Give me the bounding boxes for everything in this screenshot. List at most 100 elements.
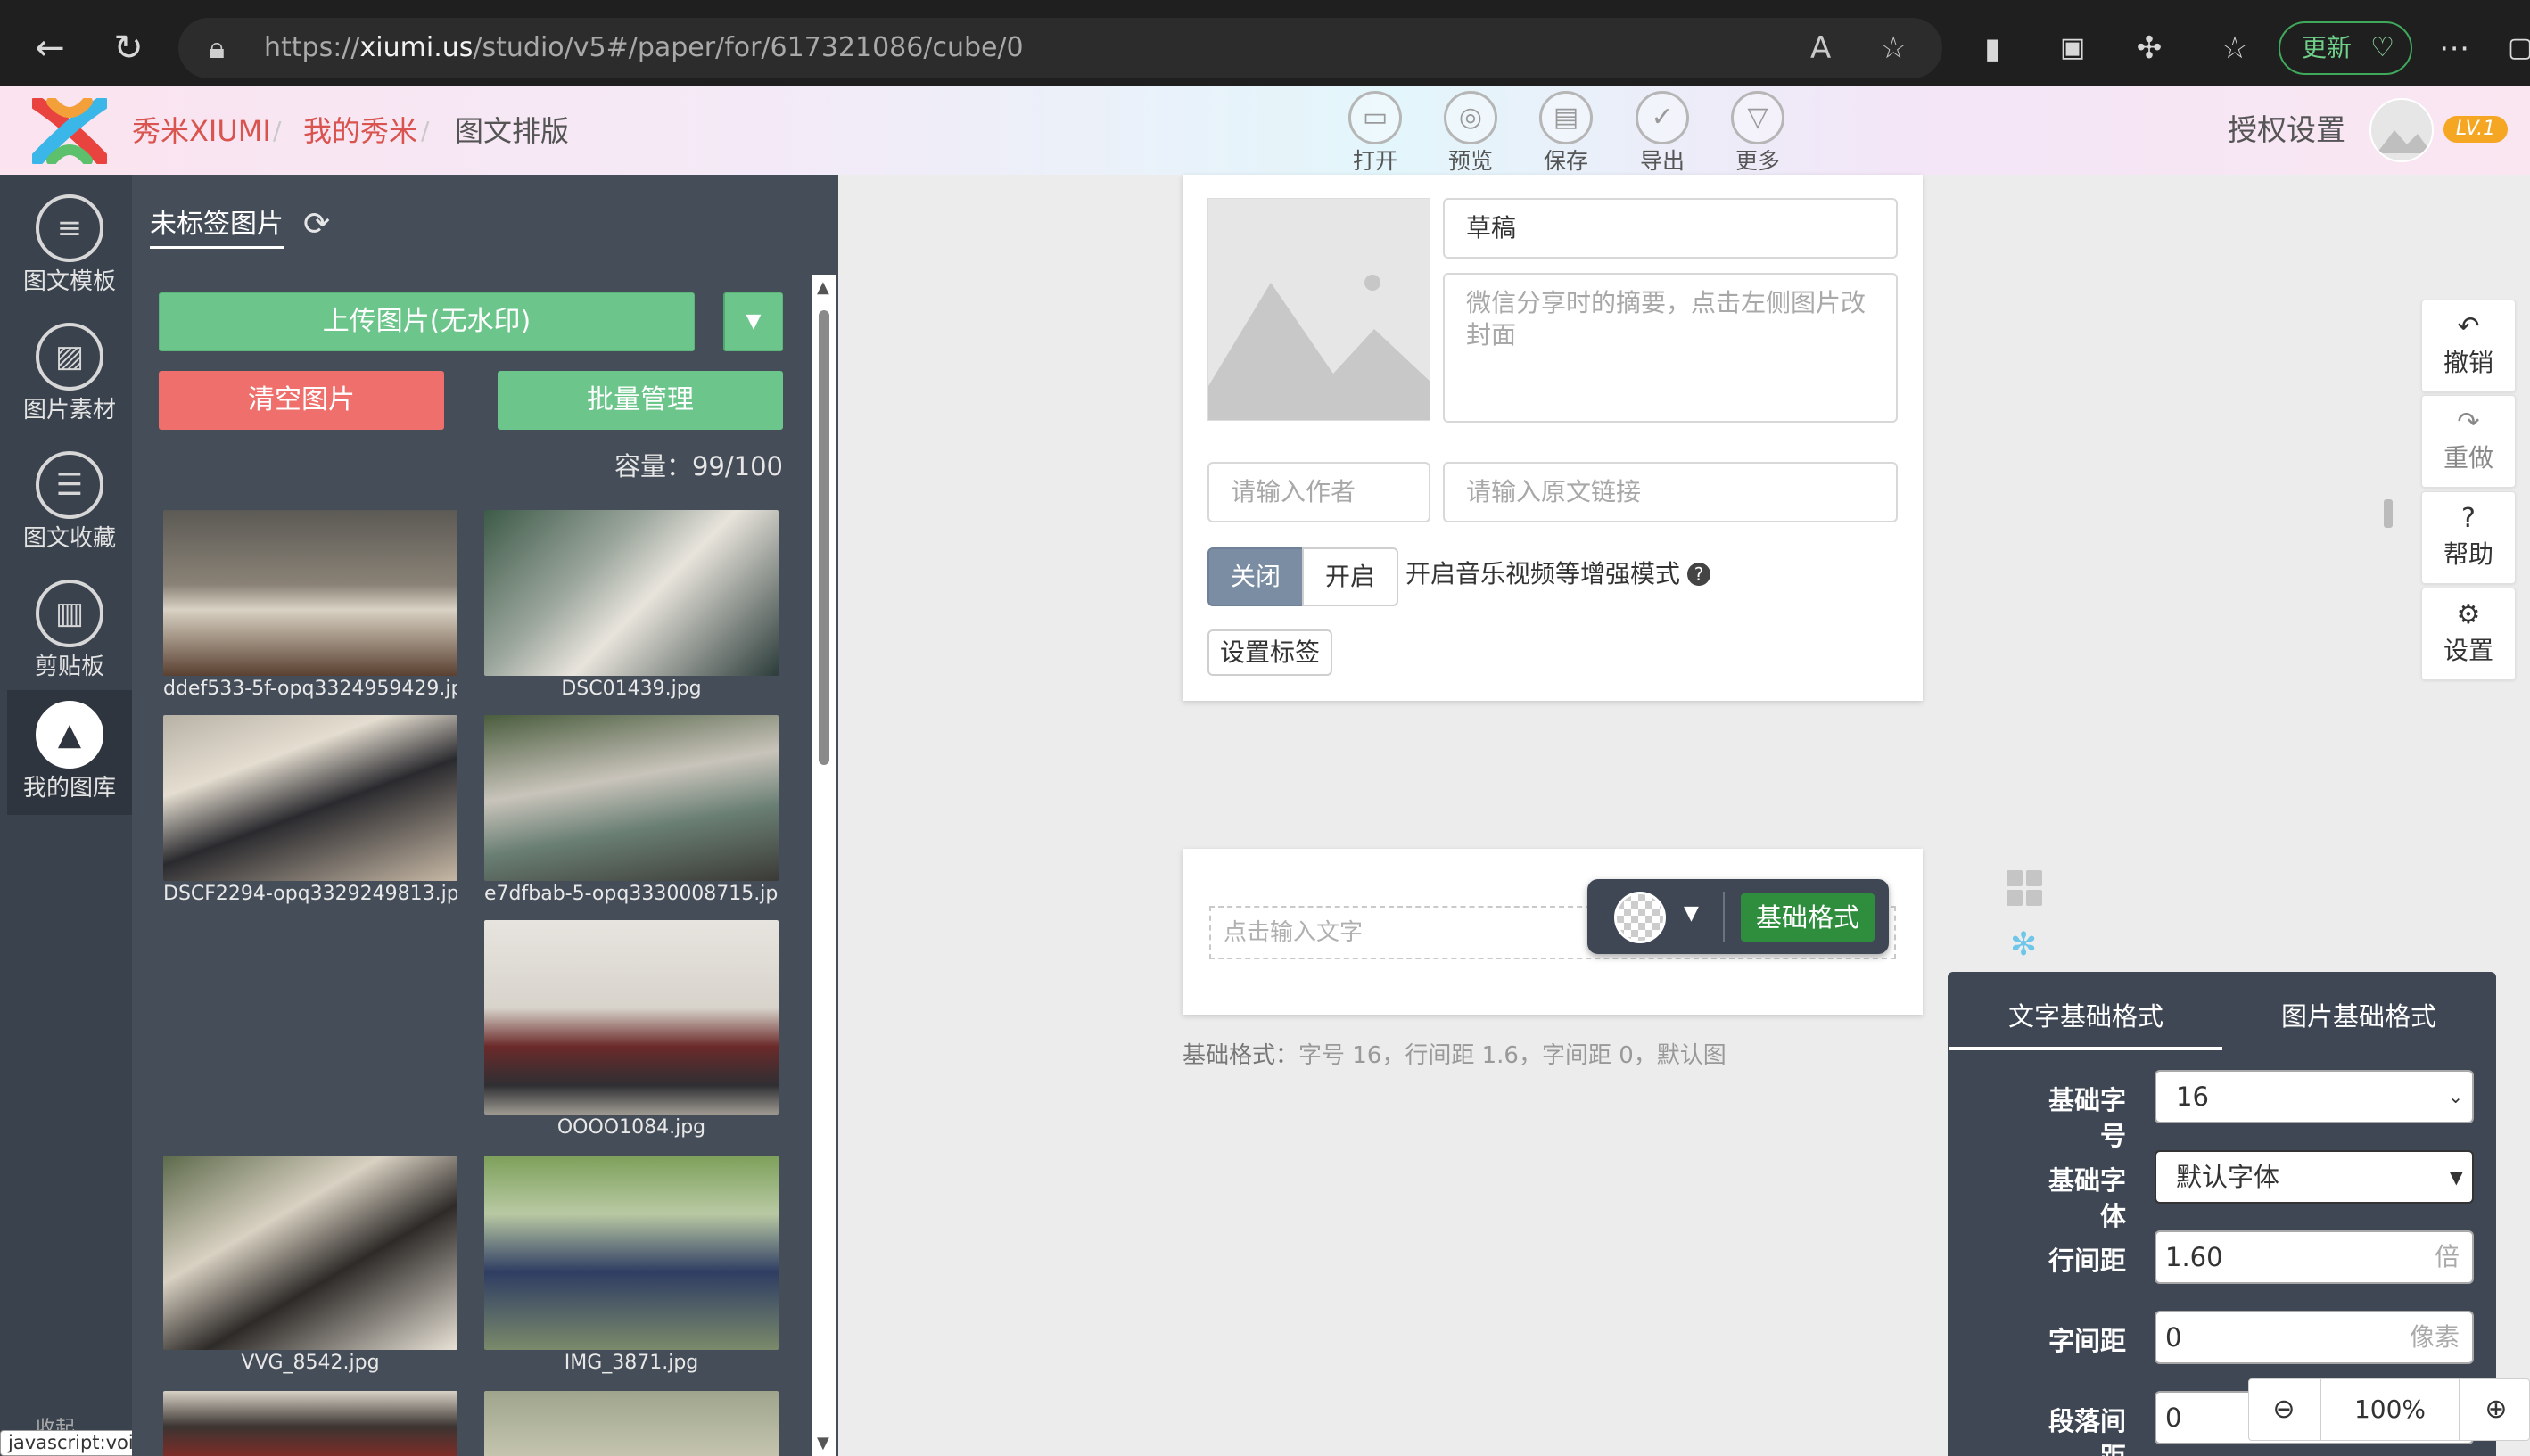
- toolbar-divider: [1723, 892, 1725, 942]
- save-button[interactable]: ▤ 保存: [1530, 91, 1602, 175]
- preview-icon: ◎: [1444, 91, 1497, 144]
- open-button[interactable]: ▭ 打开: [1339, 91, 1411, 175]
- library-image[interactable]: DSCF2294-opq3329249813.jpg: [163, 715, 457, 908]
- scroll-down-icon[interactable]: ▼: [817, 1434, 829, 1452]
- enhanced-mode-on-button[interactable]: 开启: [1302, 547, 1398, 606]
- letter-spacing-input[interactable]: 0 像素: [2155, 1311, 2474, 1364]
- zoom-in-icon[interactable]: ⊕: [2461, 1379, 2530, 1440]
- set-tags-button[interactable]: 设置标签: [1207, 629, 1332, 676]
- redo-button[interactable]: ↷ 重做: [2421, 395, 2516, 488]
- library-image[interactable]: [163, 1391, 457, 1456]
- more-menu-icon[interactable]: ⋯: [2431, 25, 2477, 71]
- grid-layout-icon[interactable]: [2007, 870, 2042, 906]
- settings-button[interactable]: ⚙ 设置: [2421, 588, 2516, 680]
- format-summary: 基础格式：字号 16，行间距 1.6，字间距 0，默认图: [1183, 1042, 1726, 1069]
- tab-image-format[interactable]: 图片基础格式: [2281, 999, 2436, 1034]
- auth-settings-link[interactable]: 授权设置: [2228, 111, 2345, 150]
- library-image[interactable]: [484, 1391, 779, 1456]
- lock-icon: 🔒︎: [209, 30, 226, 66]
- line-height-unit: 倍: [2434, 1242, 2460, 1271]
- brand-link[interactable]: 秀米XIUMI: [132, 112, 271, 150]
- more-icon: ▽: [1731, 91, 1784, 144]
- help-button[interactable]: ? 帮助: [2421, 491, 2516, 584]
- batch-manage-button[interactable]: 批量管理: [498, 371, 783, 430]
- library-image[interactable]: e7dfbab-5-opq3330008715.jpg: [484, 715, 779, 908]
- font-size-label: 基础字号: [2048, 1085, 2126, 1151]
- enhanced-mode-off-button[interactable]: 关闭: [1207, 547, 1304, 606]
- paragraph-spacing-label: 段落间距: [2048, 1406, 2126, 1456]
- crumb-my-xiumi[interactable]: 我的秀米: [303, 112, 417, 150]
- level-badge: LV.1: [2443, 116, 2508, 143]
- back-icon[interactable]: ←: [27, 25, 73, 71]
- nav-favorites[interactable]: ☰ 图文收藏: [7, 440, 132, 565]
- text-block-card: 点击输入文字 ▼ 基础格式: [1183, 849, 1923, 1015]
- line-height-label: 行间距: [2048, 1246, 2126, 1276]
- author-input[interactable]: 请输入作者: [1207, 462, 1430, 522]
- left-nav: ≡ 图文模板 ▨ 图片素材 ☰ 图文收藏 ▥ 剪贴板 ▲ 我的图库: [0, 175, 132, 1456]
- resize-handle[interactable]: [2384, 499, 2393, 528]
- scroll-thumb[interactable]: [819, 310, 829, 765]
- favorite-star-icon[interactable]: ☆: [1880, 29, 1907, 68]
- font-family-label: 基础字体: [2048, 1165, 2126, 1231]
- preview-button[interactable]: ◎ 预览: [1435, 91, 1506, 175]
- avatar[interactable]: [2369, 98, 2434, 162]
- library-image[interactable]: DSC01439.jpg: [484, 510, 779, 703]
- library-image[interactable]: OOOO1084.jpg: [484, 920, 779, 1141]
- zoom-out-icon[interactable]: ⊖: [2249, 1379, 2319, 1440]
- floating-toolbar: ▼ 基础格式: [1587, 879, 1889, 954]
- extension-icon[interactable]: ▣: [2049, 25, 2096, 71]
- refresh-icon[interactable]: ⟳: [303, 205, 330, 244]
- sidebar-icon[interactable]: ▢: [2497, 25, 2530, 71]
- nav-clipboard[interactable]: ▥ 剪贴板: [7, 569, 132, 694]
- save-icon: ▤: [1539, 91, 1593, 144]
- upload-button[interactable]: 上传图片(无水印): [159, 292, 695, 351]
- reload-icon[interactable]: ↻: [105, 25, 152, 71]
- update-button[interactable]: 更新 ♡: [2279, 21, 2412, 75]
- scroll-up-icon[interactable]: ▲: [817, 278, 829, 297]
- crumb-current: 图文排版: [455, 114, 570, 148]
- basic-format-button[interactable]: 基础格式: [1741, 893, 1875, 942]
- more-button[interactable]: ▽ 更多: [1722, 91, 1793, 175]
- chevron-down-icon[interactable]: ▼: [1684, 902, 1699, 925]
- undo-icon: ↶: [2457, 311, 2480, 342]
- puzzle-icon[interactable]: ✣: [2126, 25, 2172, 71]
- breadcrumb-separator: /: [421, 116, 430, 145]
- clear-images-button[interactable]: 清空图片: [159, 371, 444, 430]
- export-icon: ✓: [1636, 91, 1689, 144]
- font-family-select[interactable]: 默认字体 ▼: [2155, 1150, 2474, 1204]
- my-gallery-icon: ▲: [36, 701, 103, 769]
- article-meta-card: 草稿 微信分享时的摘要，点击左侧图片改封面 请输入作者 请输入原文链接 关闭 开…: [1183, 175, 1923, 701]
- library-scrollbar[interactable]: ▲ ▼: [812, 275, 836, 1456]
- chevron-down-icon[interactable]: ▼: [723, 292, 783, 351]
- gear-icon: ⚙: [2456, 599, 2481, 630]
- undo-button[interactable]: ↶ 撤销: [2421, 300, 2516, 392]
- reading-view-icon[interactable]: ▮: [1969, 25, 2015, 71]
- background-color-swatch[interactable]: [1614, 892, 1666, 943]
- library-image[interactable]: IMG_3871.jpg: [484, 1156, 779, 1377]
- library-image[interactable]: VVG_8542.jpg: [163, 1156, 457, 1377]
- nav-my-gallery[interactable]: ▲ 我的图库: [7, 690, 132, 815]
- summary-input[interactable]: 微信分享时的摘要，点击左侧图片改封面: [1443, 273, 1898, 423]
- line-height-input[interactable]: 1.60 倍: [2155, 1230, 2474, 1284]
- read-aloud-icon[interactable]: A: [1810, 29, 1831, 68]
- address-bar[interactable]: 🔒︎ https://xiumi.us/studio/v5#/paper/for…: [178, 18, 1942, 78]
- title-input[interactable]: 草稿: [1443, 198, 1898, 259]
- folder-icon: ▭: [1348, 91, 1402, 144]
- font-size-select[interactable]: 16 ⌄: [2155, 1070, 2474, 1123]
- source-link-input[interactable]: 请输入原文链接: [1443, 462, 1898, 522]
- help-icon[interactable]: ?: [1687, 563, 1711, 586]
- tab-untagged-images[interactable]: 未标签图片: [150, 207, 284, 249]
- chevron-down-icon: ⌄: [2448, 1086, 2463, 1107]
- cover-image-placeholder[interactable]: [1207, 198, 1430, 421]
- nav-template[interactable]: ≡ 图文模板: [7, 184, 132, 308]
- library-image[interactable]: ddef533-5f-opq3324959429.jpg: [163, 510, 457, 703]
- tab-text-format[interactable]: 文字基础格式: [2008, 999, 2163, 1034]
- snowflake-icon[interactable]: ✻: [2010, 927, 2037, 963]
- favorites-icon[interactable]: ☆: [2212, 25, 2258, 71]
- letter-spacing-label: 字间距: [2048, 1326, 2126, 1356]
- nav-image-material[interactable]: ▨ 图片素材: [7, 312, 132, 437]
- xiumi-logo[interactable]: [32, 98, 107, 164]
- template-icon: ≡: [36, 194, 103, 262]
- redo-icon: ↷: [2457, 407, 2480, 438]
- export-button[interactable]: ✓ 导出: [1627, 91, 1698, 175]
